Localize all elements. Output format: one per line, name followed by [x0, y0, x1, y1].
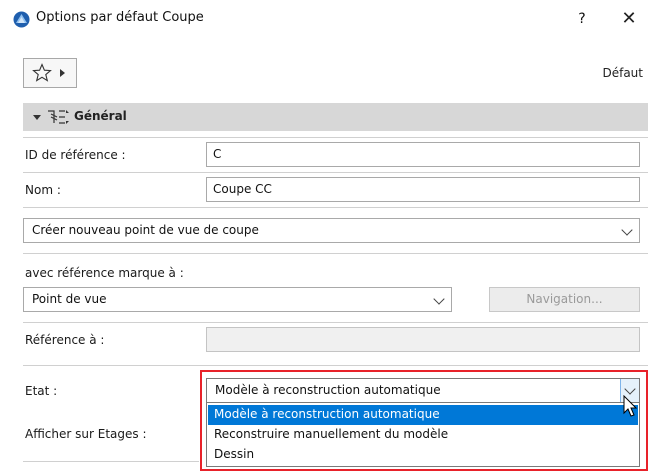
- divider: [23, 253, 648, 254]
- close-button[interactable]: ✕: [616, 6, 642, 32]
- name-label: Nom :: [25, 183, 61, 197]
- reference-marker-label: avec référence marque à :: [25, 266, 184, 280]
- chevron-down-icon: [433, 293, 445, 305]
- reference-marker-select[interactable]: Point de vue: [23, 287, 452, 312]
- archicad-app-icon: [13, 11, 30, 28]
- viewpoint-mode-select[interactable]: Créer nouveau point de vue de coupe: [23, 218, 640, 243]
- reference-id-label: ID de référence :: [25, 148, 126, 162]
- divider: [23, 365, 648, 366]
- chevron-down-icon: [33, 115, 41, 120]
- navigation-button[interactable]: Navigation...: [489, 287, 640, 312]
- show-on-stories-label: Afficher sur Etages :: [25, 427, 147, 441]
- divider: [23, 461, 199, 462]
- help-button[interactable]: ?: [571, 8, 593, 30]
- section-title: Général: [74, 109, 127, 123]
- reference-marker-value: Point de vue: [32, 292, 107, 306]
- divider: [23, 137, 648, 138]
- state-label: Etat :: [25, 384, 58, 398]
- reference-id-field[interactable]: C: [206, 142, 640, 167]
- mouse-cursor-icon: [623, 395, 638, 417]
- star-icon: [32, 63, 52, 82]
- divider: [23, 172, 648, 173]
- section-header-general[interactable]: Général: [23, 103, 648, 131]
- chevron-right-icon: [60, 69, 65, 77]
- title-bar: Options par défaut Coupe ? ✕: [0, 0, 653, 38]
- window-title: Options par défaut Coupe: [36, 10, 204, 25]
- favorites-button[interactable]: [23, 58, 77, 88]
- chevron-down-icon: [621, 224, 633, 236]
- divider: [23, 322, 648, 323]
- reference-to-field: [206, 327, 640, 352]
- name-field[interactable]: Coupe CC: [206, 177, 640, 202]
- divider: [23, 207, 648, 208]
- section-marker-icon: [48, 110, 69, 124]
- default-label: Défaut: [602, 66, 643, 80]
- highlight-frame: [200, 370, 648, 471]
- viewpoint-mode-value: Créer nouveau point de vue de coupe: [32, 223, 259, 237]
- reference-to-label: Référence à :: [25, 333, 105, 347]
